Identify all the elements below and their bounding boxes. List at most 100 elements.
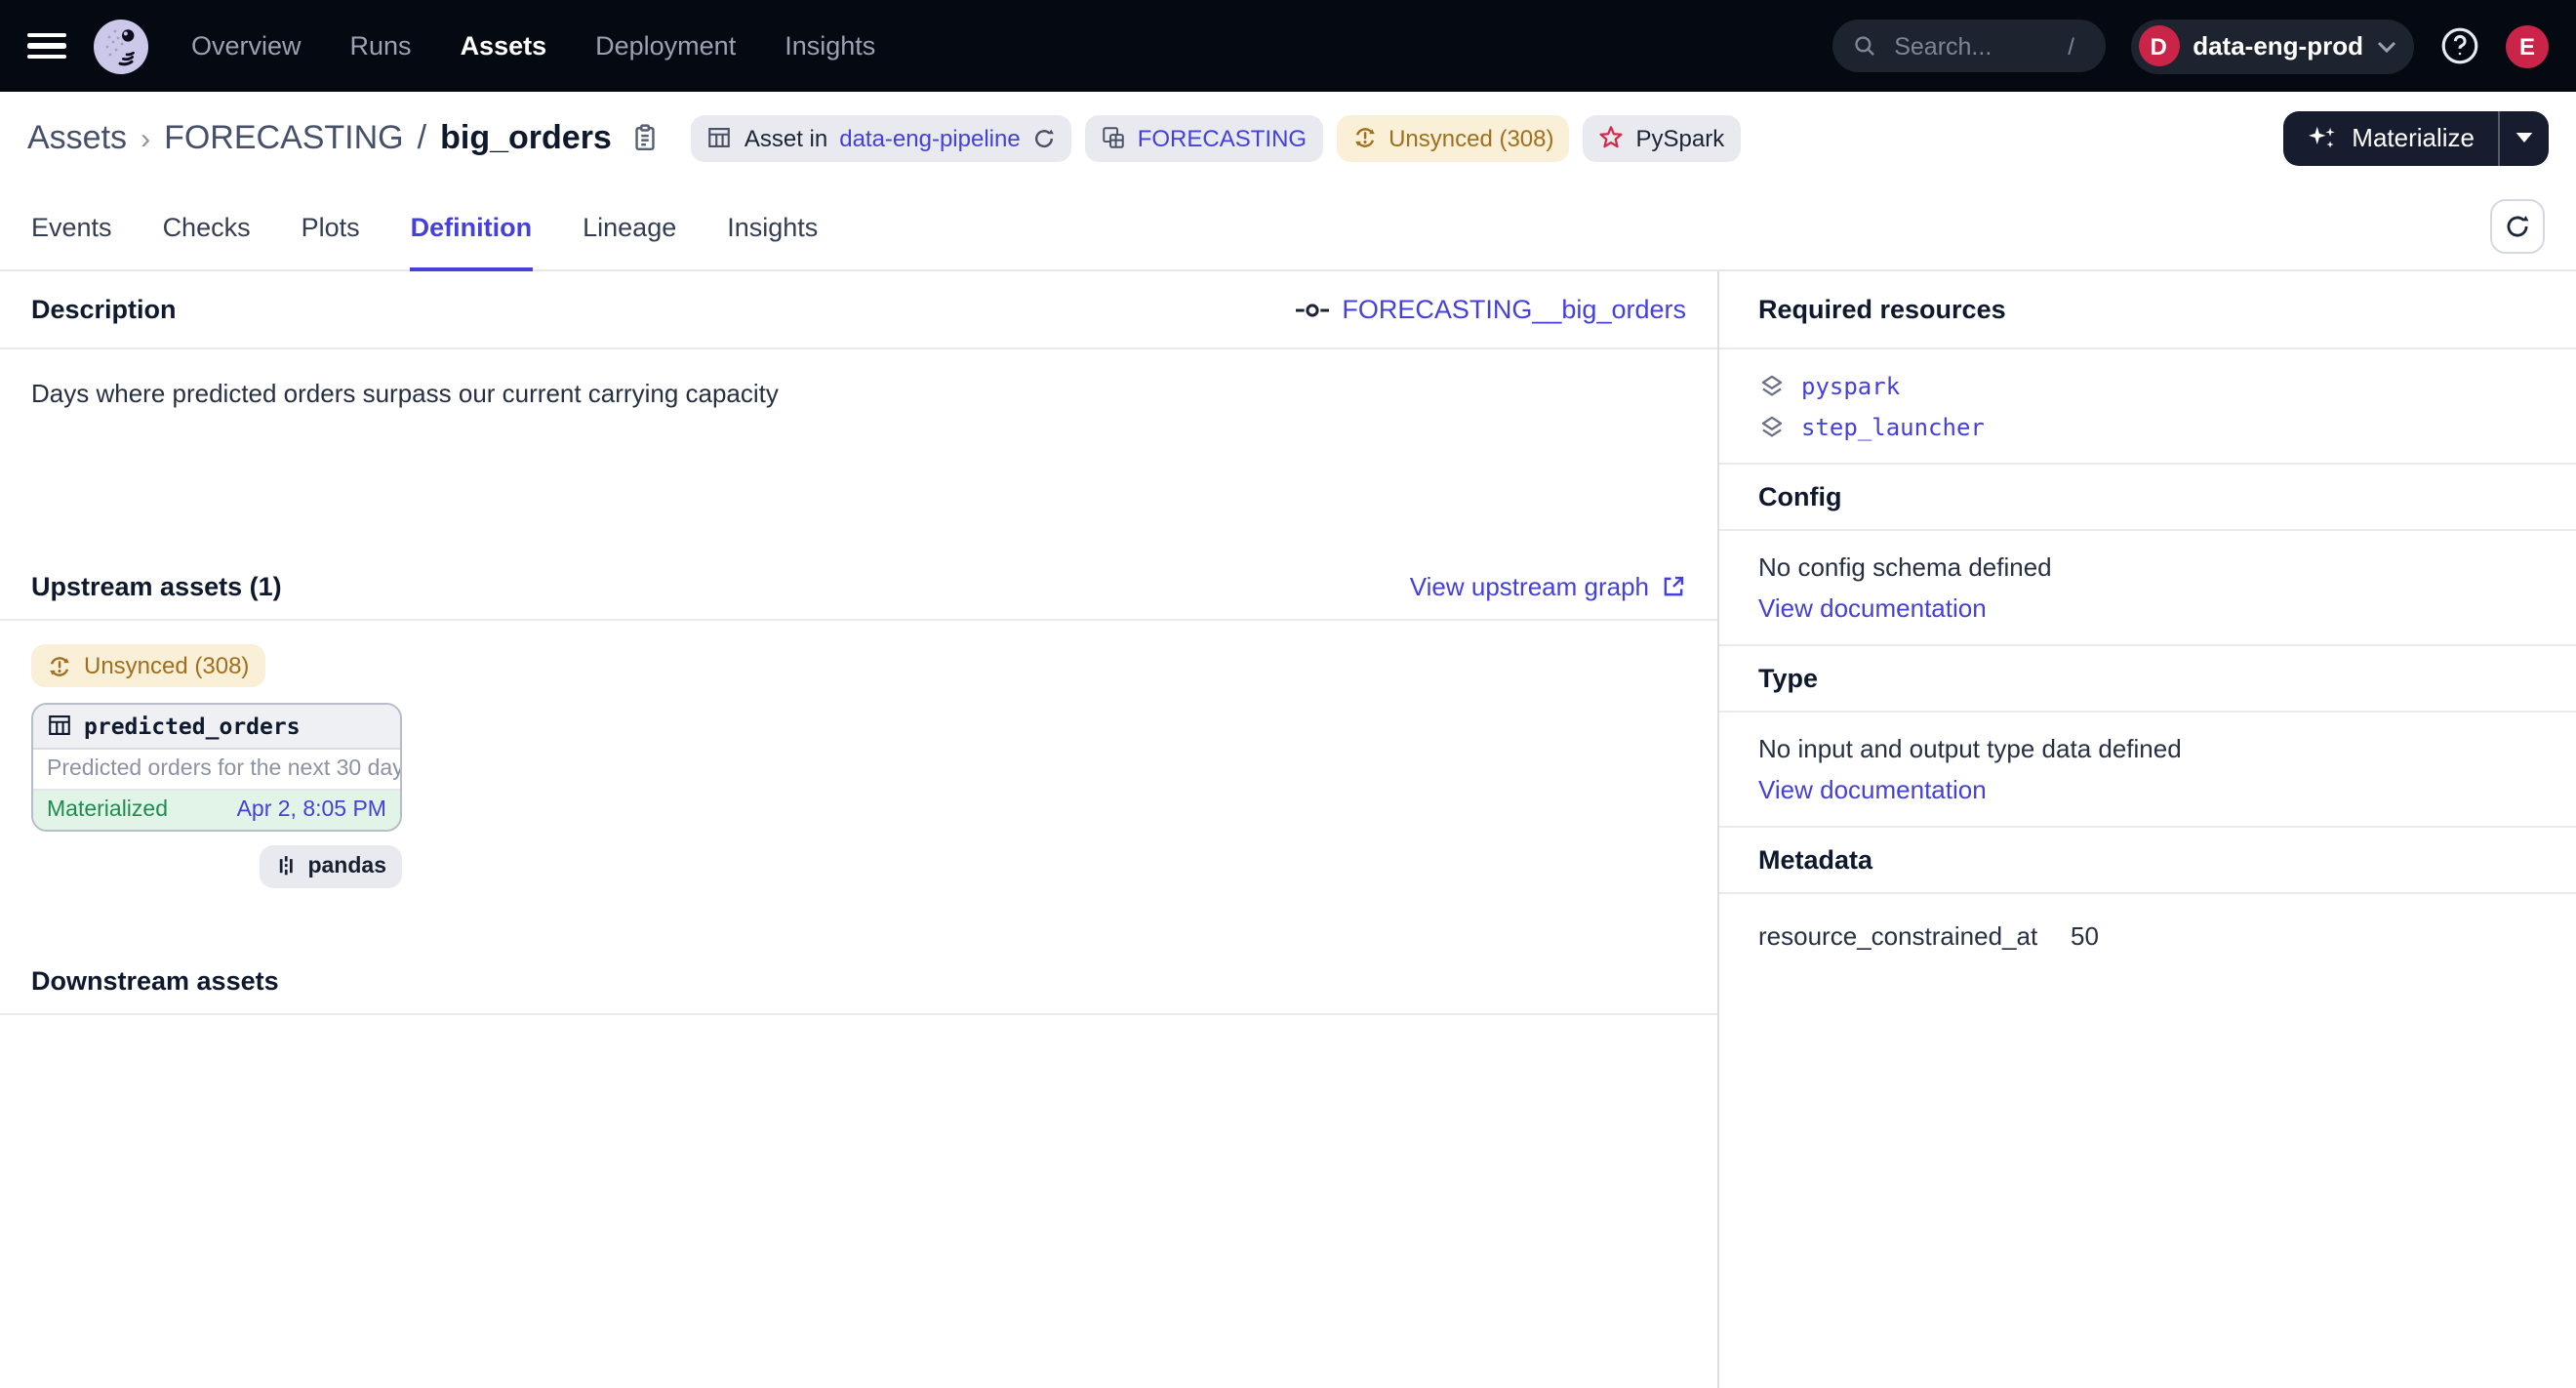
materialization-timestamp-link[interactable]: Apr 2, 8:05 PM (237, 797, 386, 821)
tab-definition[interactable]: Definition (411, 184, 533, 269)
resource-link-label: step_launcher (1801, 414, 1985, 441)
type-view-documentation-link[interactable]: View documentation (1758, 775, 1987, 804)
asset-node-name: predicted_orders (84, 712, 301, 739)
config-view-documentation-link[interactable]: View documentation (1758, 593, 1987, 623)
nav-item-runs[interactable]: Runs (350, 31, 412, 61)
description-text: Days where predicted orders surpass our … (0, 349, 1717, 554)
tab-checks[interactable]: Checks (163, 184, 251, 269)
chevron-right-icon: › (141, 122, 150, 155)
tag-pipeline-prefix: Asset in (745, 124, 827, 151)
nav-item-insights[interactable]: Insights (785, 31, 875, 61)
content: Description FORECASTING__big_orders Days… (0, 271, 2576, 1388)
metadata-key: resource_constrained_at (1758, 921, 2071, 951)
breadcrumb-group-link[interactable]: FORECASTING (164, 118, 404, 157)
tag-asset-in-pipeline: Asset in data-eng-pipeline (692, 114, 1071, 161)
asset-node-description: Predicted orders for the next 30 day… (33, 749, 400, 790)
nav-item-overview[interactable]: Overview (191, 31, 302, 61)
breadcrumb: Assets › FORECASTING / big_orders (27, 118, 612, 157)
sync-alert-icon (47, 653, 72, 678)
nav-right: / D data-eng-prod E (1831, 19, 2549, 73)
asset-node-header: predicted_orders (33, 704, 400, 749)
tab-insights[interactable]: Insights (727, 184, 818, 269)
nav-item-deployment[interactable]: Deployment (595, 31, 736, 61)
required-resources-list: pyspark step_launcher (1719, 349, 2576, 465)
sparkles-icon (2307, 124, 2338, 151)
refresh-button[interactable] (2490, 199, 2545, 254)
refresh-icon (2504, 213, 2531, 240)
table-icon (47, 713, 72, 738)
tab-plots[interactable]: Plots (302, 184, 360, 269)
breadcrumb-assets-link[interactable]: Assets (27, 118, 127, 157)
upstream-title: Upstream assets (1) (31, 572, 282, 601)
primary-nav: Overview Runs Assets Deployment Insights (191, 31, 875, 61)
job-link[interactable]: FORECASTING__big_orders (1295, 295, 1686, 324)
search-input[interactable] (1890, 30, 2054, 61)
nav-item-assets[interactable]: Assets (461, 31, 547, 61)
page-header: Assets › FORECASTING / big_orders Asset … (0, 92, 2576, 184)
materialize-dropdown-button[interactable] (2498, 110, 2549, 165)
view-upstream-graph-label: View upstream graph (1410, 572, 1649, 601)
search-shortcut-hint: / (2068, 32, 2074, 60)
downstream-title: Downstream assets (31, 966, 279, 996)
tag-compute-kind[interactable]: PySpark (1584, 114, 1741, 161)
materialize-label: Materialize (2352, 123, 2475, 152)
tag-sync-status[interactable]: Unsynced (308) (1336, 114, 1569, 161)
type-section-body: No input and output type data defined Vi… (1719, 713, 2576, 828)
help-icon (2439, 25, 2480, 66)
asset-node-tags: pandas (31, 844, 402, 887)
tab-lineage[interactable]: Lineage (583, 184, 676, 269)
sync-status-pill-label: Unsynced (308) (84, 652, 249, 679)
asset-tags: Asset in data-eng-pipeline FORECASTING (692, 114, 1740, 161)
resource-item-pyspark[interactable]: pyspark (1758, 373, 2537, 400)
description-section-header: Description FORECASTING__big_orders (0, 271, 1717, 349)
refresh-icon[interactable] (1032, 126, 1056, 149)
metadata-row: resource_constrained_at 50 (1719, 894, 2576, 978)
required-resources-title: Required resources (1758, 295, 2006, 324)
pandas-compute-kind-tag[interactable]: pandas (259, 844, 402, 887)
sync-alert-icon (1351, 125, 1377, 150)
config-section-header: Config (1719, 465, 2576, 531)
sync-status-pill[interactable]: Unsynced (308) (31, 644, 264, 687)
config-section-body: No config schema defined View documentat… (1719, 531, 2576, 646)
resource-item-step-launcher[interactable]: step_launcher (1758, 414, 2537, 441)
materialize-button[interactable]: Materialize (2283, 110, 2498, 165)
metadata-value: 50 (2071, 921, 2099, 951)
resource-link-label: pyspark (1801, 373, 1900, 400)
user-avatar[interactable]: E (2506, 24, 2549, 67)
pipeline-link[interactable]: data-eng-pipeline (839, 124, 1021, 151)
app-window: Overview Runs Assets Deployment Insights… (0, 0, 2576, 1388)
pandas-label: pandas (307, 854, 386, 878)
tag-asset-group: FORECASTING (1085, 114, 1322, 161)
view-upstream-graph-link[interactable]: View upstream graph (1410, 572, 1686, 601)
layers-icon (1758, 373, 1786, 400)
menu-button[interactable] (27, 32, 66, 60)
type-title: Type (1758, 664, 1818, 693)
downstream-section-header: Downstream assets (0, 949, 1717, 1015)
asset-node-card[interactable]: predicted_orders Predicted orders for th… (31, 702, 402, 831)
metadata-section-header: Metadata (1719, 828, 2576, 894)
type-empty-message: No input and output type data defined (1758, 734, 2537, 763)
table-icon (707, 125, 733, 150)
required-resources-header: Required resources (1719, 271, 2576, 349)
definition-side-panel: Required resources pyspark step_launcher (1717, 271, 2576, 1388)
sync-status-label: Unsynced (308) (1389, 124, 1553, 151)
materialize-split-button: Materialize (2283, 110, 2549, 165)
hamburger-icon (27, 32, 66, 37)
asset-group-icon (1101, 125, 1126, 150)
help-button[interactable] (2439, 25, 2480, 66)
copy-asset-name-button[interactable] (627, 123, 664, 152)
breadcrumb-slash: / (418, 118, 426, 157)
metadata-title: Metadata (1758, 845, 1872, 875)
layers-icon (1758, 414, 1786, 441)
config-title: Config (1758, 482, 1842, 511)
type-section-header: Type (1719, 646, 2576, 713)
spark-star-icon (1599, 125, 1625, 150)
tab-events[interactable]: Events (31, 184, 112, 269)
search-box[interactable]: / (1831, 20, 2105, 72)
group-link[interactable]: FORECASTING (1138, 124, 1307, 151)
deployment-switcher[interactable]: D data-eng-prod (2130, 19, 2414, 73)
dagster-logo[interactable] (92, 17, 150, 75)
materialization-status: Materialized (47, 797, 168, 821)
job-icon (1295, 300, 1328, 319)
job-link-label: FORECASTING__big_orders (1342, 295, 1686, 324)
